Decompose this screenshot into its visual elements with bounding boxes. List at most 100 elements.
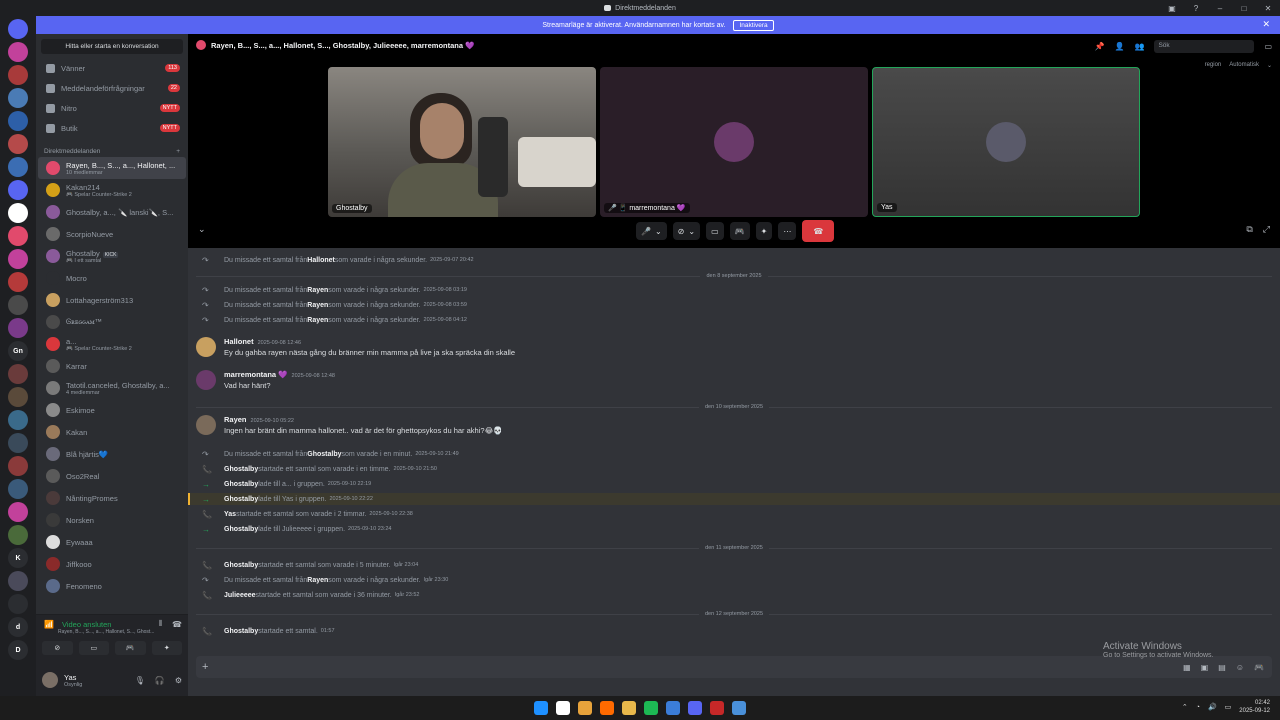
- mute-button[interactable]: 🎤 ⌄: [636, 222, 667, 240]
- server-icon[interactable]: [8, 502, 28, 522]
- inbox-icon[interactable]: ▭: [1264, 42, 1272, 51]
- gear-icon[interactable]: ⚙: [175, 676, 182, 685]
- user-mention[interactable]: Ghostalby: [224, 481, 258, 488]
- avatar[interactable]: [196, 337, 216, 357]
- dm-item[interactable]: Lottahagerström313: [38, 289, 186, 311]
- avatar[interactable]: [196, 370, 216, 390]
- add-friends-icon[interactable]: 👤: [1115, 42, 1125, 51]
- chevron-up-icon[interactable]: ⌃: [1182, 703, 1188, 711]
- video-tile-marremontana[interactable]: 🎤 📱 marremontana 💜: [600, 67, 868, 217]
- wifi-icon[interactable]: ◔: [1196, 704, 1200, 711]
- chevron-down-icon[interactable]: ⌄: [688, 227, 695, 236]
- help-icon[interactable]: ?: [1184, 0, 1208, 16]
- nav-item[interactable]: Nitro NYTT: [36, 98, 188, 118]
- server-icon[interactable]: [8, 433, 28, 453]
- user-mention[interactable]: Ghostalby: [224, 466, 258, 473]
- dm-item[interactable]: Eywaaa: [38, 531, 186, 553]
- nav-item[interactable]: Butik NYTT: [36, 118, 188, 138]
- user-mention[interactable]: Rayen: [307, 287, 328, 294]
- dm-item[interactable]: Kakan: [38, 421, 186, 443]
- user-mention[interactable]: Ghostalby: [224, 496, 258, 503]
- region-selector[interactable]: region Automatisk ⌄: [1205, 62, 1272, 69]
- popout-icon[interactable]: ⧉: [1246, 224, 1252, 235]
- server-icon[interactable]: [8, 410, 28, 430]
- dm-item[interactable]: Ghostalby KICK 🎮 I ett samtal: [38, 245, 186, 267]
- server-icon[interactable]: [8, 525, 28, 545]
- taskbar-app-icon[interactable]: [600, 701, 614, 715]
- minimize-button[interactable]: –: [1208, 0, 1232, 16]
- message-composer[interactable]: + ▦ ▣ ▤ ☺ 🎮: [196, 656, 1272, 678]
- add-dm-icon[interactable]: +: [176, 148, 180, 155]
- search-input[interactable]: Sök: [1154, 40, 1255, 53]
- screen-share-button[interactable]: ▭: [78, 641, 109, 655]
- user-mention[interactable]: Julieeeee: [224, 592, 256, 599]
- volume-icon[interactable]: 🔊: [1208, 703, 1217, 711]
- gif-icon[interactable]: ▣: [1201, 663, 1209, 672]
- dm-item[interactable]: Rayen, B..., S..., a..., Hallonet, ... 10…: [38, 157, 186, 179]
- sticker-icon[interactable]: ▤: [1218, 663, 1226, 672]
- server-icon[interactable]: d: [8, 617, 28, 637]
- end-call-button[interactable]: ☎: [802, 220, 835, 242]
- taskbar-app-icon[interactable]: [732, 701, 746, 715]
- server-icon[interactable]: [8, 479, 28, 499]
- collapse-call-icon[interactable]: ⌄: [198, 224, 206, 235]
- taskbar-app-icon[interactable]: [622, 701, 636, 715]
- server-icon[interactable]: [8, 180, 28, 200]
- server-icon[interactable]: [8, 134, 28, 154]
- taskbar-app-icon[interactable]: [666, 701, 680, 715]
- close-button[interactable]: ✕: [1256, 0, 1280, 16]
- dm-item[interactable]: Oso2Real: [38, 465, 186, 487]
- user-mention[interactable]: Ghostalby: [307, 451, 341, 458]
- user-mention[interactable]: Rayen: [307, 577, 328, 584]
- members-icon[interactable]: 👥: [1134, 42, 1144, 51]
- server-icon[interactable]: [8, 571, 28, 591]
- dm-item[interactable]: Fenomeno: [38, 575, 186, 597]
- server-icon[interactable]: [8, 249, 28, 269]
- voice-status[interactable]: Video ansluten: [62, 620, 112, 629]
- headphones-icon[interactable]: 🎧: [155, 676, 165, 685]
- taskbar-app-icon[interactable]: [710, 701, 724, 715]
- more-options-button[interactable]: ⋯: [778, 222, 797, 240]
- nav-item[interactable]: Vänner 113: [36, 58, 188, 78]
- taskbar-app-icon[interactable]: [688, 701, 702, 715]
- maximize-button[interactable]: □: [1232, 0, 1256, 16]
- microphone-icon[interactable]: 🎙: [135, 676, 145, 685]
- screen-share-button[interactable]: ▭: [706, 222, 724, 240]
- taskbar-app-icon[interactable]: [578, 701, 592, 715]
- banner-close-icon[interactable]: ✕: [1262, 19, 1270, 30]
- dm-item[interactable]: Jiffkooo: [38, 553, 186, 575]
- server-icon[interactable]: [8, 65, 28, 85]
- user-mention[interactable]: Ghostalby: [224, 628, 258, 635]
- user-mention[interactable]: Ghostalby: [224, 526, 258, 533]
- dm-item[interactable]: Ghostalby, a..., 🔪 lanski🔪, S...: [38, 201, 186, 223]
- add-attachment-icon[interactable]: +: [202, 661, 208, 673]
- soundboard-button[interactable]: ✦: [151, 641, 182, 655]
- server-icon[interactable]: D: [8, 640, 28, 660]
- video-tile-yas[interactable]: Yas: [872, 67, 1140, 217]
- user-avatar[interactable]: [42, 672, 58, 688]
- server-icon[interactable]: [8, 111, 28, 131]
- chevron-down-icon[interactable]: ⌄: [655, 227, 662, 236]
- activity-button[interactable]: 🎮: [729, 222, 750, 240]
- server-icon[interactable]: [8, 203, 28, 223]
- server-icon[interactable]: [8, 19, 28, 39]
- dm-item[interactable]: Mocro: [38, 267, 186, 289]
- disconnect-icon[interactable]: ☎: [172, 620, 182, 629]
- taskbar-app-icon[interactable]: [644, 701, 658, 715]
- user-mention[interactable]: Yas: [224, 511, 236, 518]
- message-author[interactable]: marremontana 💜 2025-09-08 12:48: [224, 370, 335, 379]
- server-icon[interactable]: [8, 318, 28, 338]
- find-conversation-button[interactable]: Hitta eller starta en konversation: [41, 39, 183, 54]
- server-icon[interactable]: [8, 456, 28, 476]
- user-mention[interactable]: Rayen: [307, 302, 328, 309]
- gift-icon[interactable]: ▦: [1183, 663, 1191, 672]
- dm-item[interactable]: Kakan214 🎮 Spelar Counter-Strike 2: [38, 179, 186, 201]
- server-icon[interactable]: [8, 272, 28, 292]
- emoji-icon[interactable]: ☺: [1236, 663, 1244, 672]
- pin-icon[interactable]: 📌: [1095, 42, 1105, 51]
- apps-icon[interactable]: 🎮: [1254, 663, 1264, 672]
- dm-item[interactable]: Norsken: [38, 509, 186, 531]
- message-author[interactable]: Rayen 2025-09-10 05:22: [224, 415, 503, 424]
- dm-item[interactable]: Tatotil.canceled, Ghostalby, a... 4 medle…: [38, 377, 186, 399]
- dm-item[interactable]: a... 🎮 Spelar Counter-Strike 2: [38, 333, 186, 355]
